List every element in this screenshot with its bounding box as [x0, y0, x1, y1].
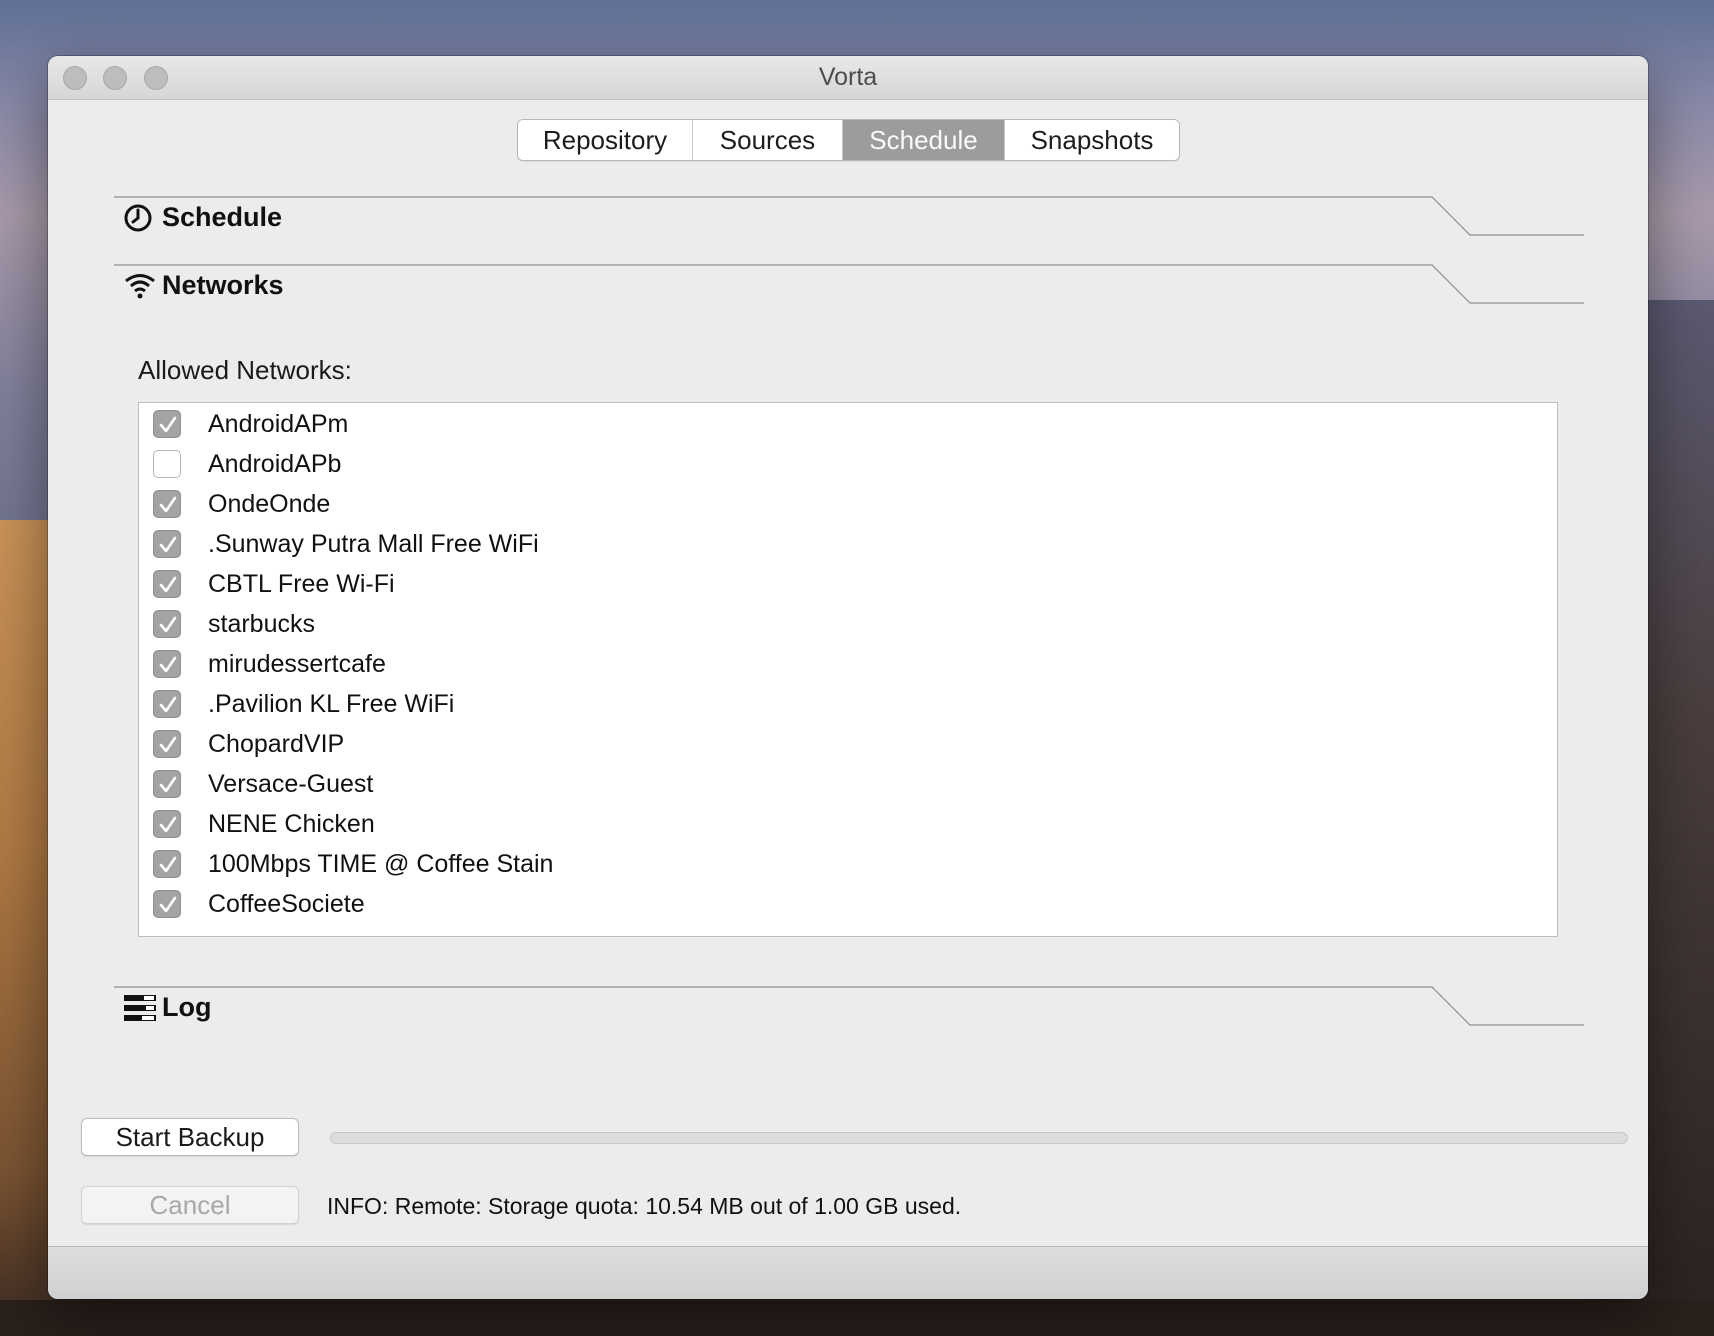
window-bottom-bar	[48, 1246, 1648, 1299]
checkmark-icon	[159, 616, 177, 633]
section-divider	[114, 264, 1584, 304]
network-row[interactable]: .Pavilion KL Free WiFi	[139, 683, 1557, 723]
tab-bar: Repository Sources Schedule Snapshots	[517, 119, 1180, 161]
checkmark-icon	[159, 536, 177, 553]
section-schedule-header[interactable]: Schedule	[114, 196, 1584, 238]
network-row[interactable]: Versace-Guest	[139, 763, 1557, 803]
network-name: ChopardVIP	[208, 730, 345, 758]
network-checkbox[interactable]	[153, 570, 181, 598]
network-name: Versace-Guest	[208, 770, 374, 798]
network-checkbox[interactable]	[153, 690, 181, 718]
network-row[interactable]: NENE Chicken	[139, 803, 1557, 843]
network-row[interactable]: AndroidAPb	[139, 443, 1557, 483]
section-title-networks: Networks	[162, 270, 284, 300]
log-icon	[124, 994, 156, 1022]
network-name: starbucks	[208, 610, 315, 638]
desktop-background	[0, 1300, 1714, 1336]
checkmark-icon	[159, 496, 177, 513]
network-row[interactable]: .Sunway Putra Mall Free WiFi	[139, 523, 1557, 563]
tab-repository[interactable]: Repository	[518, 120, 693, 160]
status-message: INFO: Remote: Storage quota: 10.54 MB ou…	[327, 1193, 962, 1219]
network-name: AndroidAPb	[208, 450, 342, 478]
checkmark-icon	[159, 856, 177, 873]
checkmark-icon	[159, 576, 177, 593]
network-checkbox[interactable]	[153, 850, 181, 878]
checkmark-icon	[159, 656, 177, 673]
section-log-header[interactable]: Log	[114, 986, 1584, 1028]
window-title: Vorta	[818, 63, 878, 91]
network-row[interactable]: mirudessertcafe	[139, 643, 1557, 683]
checkmark-icon	[159, 816, 177, 833]
network-row[interactable]: ChopardVIP	[139, 723, 1557, 763]
network-checkbox[interactable]	[153, 890, 181, 918]
network-name: AndroidAPm	[208, 410, 349, 438]
network-name: CBTL Free Wi-Fi	[208, 570, 395, 598]
network-row[interactable]: AndroidAPm	[139, 403, 1557, 443]
section-title-schedule: Schedule	[162, 202, 283, 232]
checkmark-icon	[159, 896, 177, 913]
backup-progress-bar	[330, 1132, 1628, 1144]
network-row[interactable]: 100Mbps TIME @ Coffee Stain	[139, 843, 1557, 883]
section-divider	[114, 196, 1584, 236]
checkmark-icon	[159, 416, 177, 433]
tab-schedule[interactable]: Schedule	[843, 120, 1005, 160]
network-row[interactable]: starbucks	[139, 603, 1557, 643]
section-networks-header[interactable]: Networks	[114, 264, 1584, 306]
network-checkbox[interactable]	[153, 410, 181, 438]
checkmark-icon	[159, 736, 177, 753]
network-name: 100Mbps TIME @ Coffee Stain	[208, 850, 554, 878]
network-row[interactable]: CoffeeSociete	[139, 883, 1557, 923]
app-window: Vorta Repository Sources Schedule Snapsh…	[48, 56, 1648, 1299]
network-checkbox[interactable]	[153, 490, 181, 518]
checkmark-icon	[159, 776, 177, 793]
start-backup-button[interactable]: Start Backup	[81, 1118, 299, 1156]
allowed-networks-list[interactable]: AndroidAPm AndroidAPb OndeOnde .Sunway Putr…	[138, 402, 1558, 937]
checkmark-icon	[159, 696, 177, 713]
tab-snapshots[interactable]: Snapshots	[1005, 120, 1179, 160]
network-checkbox[interactable]	[153, 730, 181, 758]
network-name: CoffeeSociete	[208, 890, 365, 918]
network-checkbox[interactable]	[153, 770, 181, 798]
network-name: NENE Chicken	[208, 810, 375, 838]
network-row[interactable]: CBTL Free Wi-Fi	[139, 563, 1557, 603]
network-checkbox[interactable]	[153, 610, 181, 638]
tab-sources[interactable]: Sources	[693, 120, 843, 160]
cancel-button[interactable]: Cancel	[81, 1186, 299, 1224]
network-checkbox[interactable]	[153, 650, 181, 678]
network-row[interactable]: OndeOnde	[139, 483, 1557, 523]
network-checkbox[interactable]	[153, 450, 181, 478]
network-checkbox[interactable]	[153, 810, 181, 838]
allowed-networks-label: Allowed Networks:	[138, 355, 352, 385]
wifi-icon	[124, 272, 155, 300]
section-divider	[114, 986, 1584, 1026]
network-name: OndeOnde	[208, 490, 331, 518]
network-name: .Sunway Putra Mall Free WiFi	[208, 530, 539, 558]
section-title-log: Log	[162, 992, 212, 1022]
network-name: .Pavilion KL Free WiFi	[208, 690, 455, 718]
title-bar: Vorta	[48, 56, 1648, 100]
network-name: mirudessertcafe	[208, 650, 386, 678]
clock-icon	[124, 204, 154, 232]
network-checkbox[interactable]	[153, 530, 181, 558]
